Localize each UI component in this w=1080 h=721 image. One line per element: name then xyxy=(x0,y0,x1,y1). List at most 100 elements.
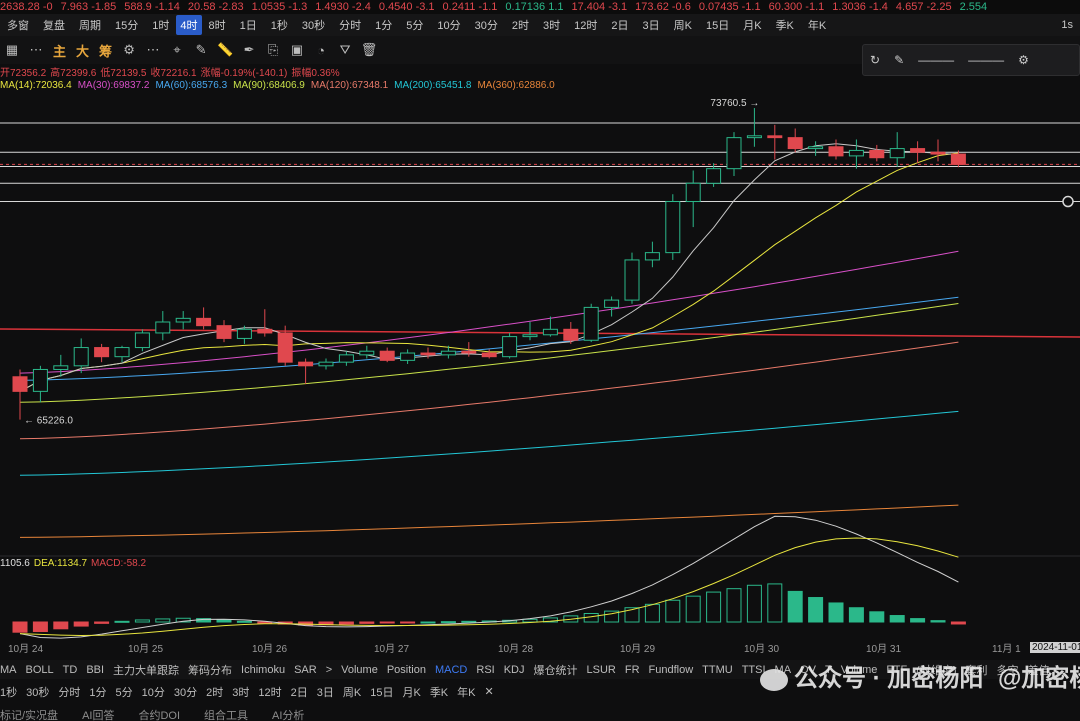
overlay-1[interactable]: 大 xyxy=(76,41,89,60)
trash-icon[interactable]: 🗑 xyxy=(357,42,381,58)
indicator-tab[interactable]: BBI xyxy=(86,664,104,676)
timeframe-tab[interactable]: 2时 xyxy=(206,684,223,700)
interval-24[interactable]: 年K xyxy=(801,17,833,33)
ticker-item[interactable]: 4.657 -2.25 xyxy=(896,1,952,13)
interval-8[interactable]: 1秒 xyxy=(264,17,295,33)
interval-5[interactable]: 4时 xyxy=(176,15,202,35)
bottom-tab[interactable]: 合约DOI xyxy=(138,708,180,721)
indicator-tab[interactable]: BOLL xyxy=(26,664,54,676)
image-icon[interactable]: ▣ xyxy=(285,42,309,58)
indicator-tab[interactable]: 筹码分布 xyxy=(188,662,232,678)
interval-23[interactable]: 季K xyxy=(769,17,801,33)
timeframe-tab[interactable]: 30秒 xyxy=(26,684,49,700)
interval-21[interactable]: 15日 xyxy=(699,17,736,33)
timeframe-tab[interactable]: 3时 xyxy=(232,684,249,700)
indicator-tab[interactable]: KDJ xyxy=(504,664,525,676)
indicator-tab[interactable]: FR xyxy=(625,664,640,676)
ticker-item[interactable]: 0.07435 -1.1 xyxy=(699,1,761,13)
indicator-tab[interactable]: TTMU xyxy=(702,664,733,676)
interval-14[interactable]: 30分 xyxy=(468,17,505,33)
interval-6[interactable]: 8时 xyxy=(202,17,233,33)
ticker-item[interactable]: 1.0535 -1.3 xyxy=(252,1,308,13)
timeframe-tab[interactable]: 季K xyxy=(430,684,448,700)
drag-handle[interactable] xyxy=(1062,195,1074,208)
timeframe-tab[interactable]: 年K xyxy=(457,684,475,700)
interval-12[interactable]: 5分 xyxy=(399,17,430,33)
ticker-item[interactable]: 2.554 xyxy=(960,1,988,13)
timeframe-tab[interactable]: 10分 xyxy=(142,684,165,700)
timeframe-tab[interactable]: 1秒 xyxy=(0,684,17,700)
interval-22[interactable]: 月K xyxy=(736,17,768,33)
timeframe-tab[interactable]: 5分 xyxy=(116,684,133,700)
indicator-tab[interactable]: MACD xyxy=(435,664,467,676)
indicator-tab[interactable]: 主力大单跟踪 xyxy=(113,662,179,678)
interval-1[interactable]: 复盘 xyxy=(36,17,72,33)
timeframe-tab[interactable]: 1分 xyxy=(89,684,106,700)
ticker-item[interactable]: 1.4930 -2.4 xyxy=(315,1,371,13)
refresh-rate[interactable]: 1s xyxy=(1054,19,1080,31)
overlay-2[interactable]: 筹 xyxy=(99,41,112,60)
bottom-tab[interactable]: 组合工具 xyxy=(204,708,248,721)
indicator-tab[interactable]: Volume xyxy=(341,664,378,676)
indicator-tab[interactable]: SAR xyxy=(294,664,317,676)
timeframe-tab[interactable]: 2日 xyxy=(291,684,308,700)
interval-2[interactable]: 周期 xyxy=(72,17,108,33)
ticker-item[interactable]: 2638.28 -0 xyxy=(0,1,53,13)
overlay-0[interactable]: 主 xyxy=(53,41,66,60)
interval-9[interactable]: 30秒 xyxy=(295,17,332,33)
indicator-tab[interactable]: TD xyxy=(63,664,78,676)
indicator-tab[interactable]: Ichimoku xyxy=(241,664,285,676)
ticker-item[interactable]: 1.3036 -1.4 xyxy=(832,1,888,13)
interval-4[interactable]: 1时 xyxy=(145,17,176,33)
ticker-item[interactable]: 7.963 -1.85 xyxy=(61,1,117,13)
ticker-item[interactable]: 0.2411 -1.1 xyxy=(443,1,498,13)
ticker-item[interactable]: 588.9 -1.14 xyxy=(124,1,180,13)
crosshair-icon[interactable]: ⌖ xyxy=(165,42,189,58)
interval-15[interactable]: 2时 xyxy=(505,17,536,33)
grid-icon[interactable]: ▦ xyxy=(0,42,24,58)
close-icon[interactable]: ✕ xyxy=(485,685,494,698)
indicator-tab[interactable]: Fundflow xyxy=(649,664,694,676)
timeframe-tab[interactable]: 30分 xyxy=(174,684,197,700)
settings-icon[interactable]: ⚙ xyxy=(117,42,141,58)
timeframe-tab[interactable]: 月K xyxy=(402,684,420,700)
ticker-item[interactable]: 17.404 -3.1 xyxy=(572,1,628,13)
ruler-icon[interactable]: 📏 xyxy=(213,42,237,58)
ticker-item[interactable]: 173.62 -0.6 xyxy=(635,1,691,13)
indicator-tab[interactable]: > xyxy=(326,664,332,676)
timeframe-tab[interactable]: 15日 xyxy=(370,684,393,700)
ticker-item[interactable]: 0.17136 1.1 xyxy=(505,1,563,13)
timeframe-tab[interactable]: 3日 xyxy=(317,684,334,700)
magnet-icon[interactable]: ◔ xyxy=(309,43,333,58)
interval-3[interactable]: 15分 xyxy=(108,17,145,33)
interval-10[interactable]: 分时 xyxy=(332,17,368,33)
indicator-tab[interactable]: 爆仓统计 xyxy=(534,662,578,678)
indicator-tab[interactable]: MA xyxy=(0,664,17,676)
ticker-item[interactable]: 20.58 -2.83 xyxy=(188,1,244,13)
filter-icon[interactable]: ⛛ xyxy=(333,42,357,58)
copy-icon[interactable]: ⎘ xyxy=(261,42,285,58)
ticker-item[interactable]: 60.300 -1.1 xyxy=(769,1,825,13)
indicator-tab[interactable]: RSI xyxy=(476,664,494,676)
interval-7[interactable]: 1日 xyxy=(233,17,264,33)
interval-11[interactable]: 1分 xyxy=(368,17,399,33)
interval-18[interactable]: 2日 xyxy=(604,17,635,33)
pencil-icon[interactable]: ✎ xyxy=(189,42,213,58)
interval-16[interactable]: 3时 xyxy=(536,17,567,33)
bottom-tab[interactable]: AI分析 xyxy=(272,708,304,721)
interval-19[interactable]: 3日 xyxy=(636,17,667,33)
ticker-item[interactable]: 0.4540 -3.1 xyxy=(379,1,435,13)
interval-0[interactable]: 多窗 xyxy=(0,17,36,33)
more-icon[interactable]: ⋯ xyxy=(141,42,165,58)
indicator-tab[interactable]: LSUR xyxy=(587,664,616,676)
timeframe-tab[interactable]: 12时 xyxy=(258,684,281,700)
bottom-tab[interactable]: AI回答 xyxy=(82,708,114,721)
interval-13[interactable]: 10分 xyxy=(430,17,467,33)
bottom-tab[interactable]: 标记/实况盘 xyxy=(0,708,58,721)
indicator-tab[interactable]: Position xyxy=(387,664,426,676)
interval-17[interactable]: 12时 xyxy=(567,17,604,33)
timeframe-tab[interactable]: 分时 xyxy=(58,684,80,700)
pen-icon[interactable]: ✒ xyxy=(237,42,261,58)
interval-20[interactable]: 周K xyxy=(667,17,699,33)
timeframe-tab[interactable]: 周K xyxy=(343,684,361,700)
